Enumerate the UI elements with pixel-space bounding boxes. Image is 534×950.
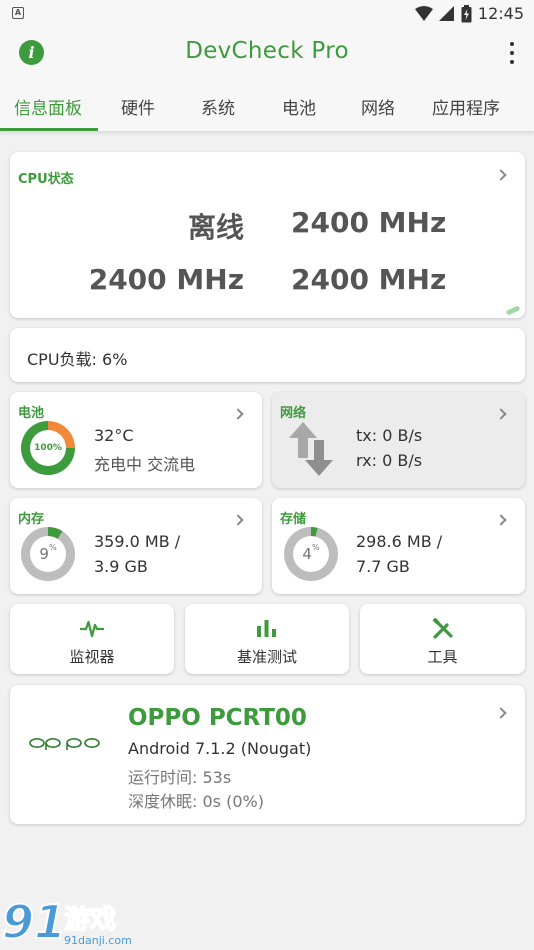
tab-bar: 信息面板 硬件 系统 电池 网络 应用程序 — [0, 78, 534, 132]
more-vert-icon[interactable] — [508, 42, 516, 64]
svg-text:游戏: 游戏 — [64, 905, 116, 935]
device-card[interactable]: OPPO PCRT00 Android 7.1.2 (Nougat) 运行时间:… — [10, 685, 525, 824]
cpu-core-0: 离线 — [187, 211, 244, 244]
cpu-load-card[interactable]: CPU负载: 6% — [10, 328, 525, 382]
battery-label: 电池 — [18, 406, 45, 421]
battery-percent: 100% — [30, 430, 66, 466]
uptime: 运行时间: 53s — [128, 768, 232, 787]
storage-percent: 4% — [293, 536, 329, 572]
bar-chart-icon — [257, 620, 276, 637]
monitor-button[interactable]: 监视器 — [10, 604, 174, 674]
battery-icon — [461, 4, 472, 22]
benchmark-label: 基准测试 — [236, 648, 297, 666]
pulse-icon — [80, 620, 104, 638]
status-bar: A 12:45 — [0, 0, 534, 28]
signal-icon — [438, 5, 454, 21]
tab-system[interactable]: 系统 — [201, 94, 235, 119]
memory-ring: 9% — [21, 527, 75, 581]
benchmark-button[interactable]: 基准测试 — [185, 604, 349, 674]
storage-card[interactable]: 存储 4% 298.6 MB / 7.7 GB — [272, 498, 525, 594]
storage-ring: 4% — [284, 527, 338, 581]
tools-label: 工具 — [427, 648, 458, 666]
tools-icon — [431, 618, 453, 639]
chevron-right-icon — [495, 169, 507, 181]
cpu-status-label: CPU状态 — [18, 172, 74, 187]
memory-label: 内存 — [18, 512, 45, 527]
battery-ring: 100% — [21, 421, 75, 475]
cpu-core-2: 2400 MHz — [88, 263, 244, 296]
battery-status: 充电中 交流电 — [94, 455, 196, 474]
notification-icon: A — [12, 7, 24, 19]
tab-apps[interactable]: 应用程序 — [432, 94, 500, 119]
cpu-load-text: CPU负载: 6% — [27, 350, 128, 369]
transfer-arrows-icon — [289, 422, 333, 476]
tab-dashboard[interactable]: 信息面板 — [14, 94, 82, 119]
memory-percent: 9% — [30, 536, 66, 572]
chevron-right-icon — [232, 514, 244, 526]
battery-temp: 32°C — [94, 426, 134, 445]
oppo-logo — [29, 738, 100, 750]
cpu-status-card[interactable]: CPU状态 离线 2400 MHz 2400 MHz 2400 MHz — [10, 152, 525, 318]
chevron-right-icon — [495, 408, 507, 420]
resize-corner-icon — [505, 305, 521, 316]
tools-button[interactable]: 工具 — [360, 604, 525, 674]
svg-text:91danji.com: 91danji.com — [64, 934, 132, 947]
status-icons: 12:45 — [414, 4, 524, 23]
memory-used: 359.0 MB / — [94, 532, 181, 551]
storage-used: 298.6 MB / — [356, 532, 443, 551]
cpu-core-3: 2400 MHz — [291, 263, 447, 296]
clock: 12:45 — [477, 4, 524, 23]
watermark-logo: 91 游戏 91danji.com — [0, 892, 140, 950]
cpu-core-1: 2400 MHz — [291, 206, 447, 239]
android-version: Android 7.1.2 (Nougat) — [128, 739, 312, 758]
chevron-right-icon — [495, 707, 507, 719]
tab-network[interactable]: 网络 — [361, 94, 395, 119]
svg-text:91: 91 — [2, 895, 66, 948]
monitor-label: 监视器 — [69, 648, 115, 666]
network-tx: tx: 0 B/s — [356, 426, 423, 445]
chevron-right-icon — [232, 408, 244, 420]
battery-card[interactable]: 电池 100% 32°C 充电中 交流电 — [10, 392, 262, 488]
app-bar: i DevCheck Pro — [0, 28, 534, 78]
wifi-icon — [414, 5, 433, 21]
device-title: OPPO PCRT00 — [128, 705, 307, 731]
network-rx: rx: 0 B/s — [356, 451, 423, 470]
app-title: DevCheck Pro — [185, 38, 349, 64]
tab-battery[interactable]: 电池 — [282, 94, 316, 119]
storage-label: 存储 — [280, 512, 307, 527]
active-tab-indicator — [0, 128, 98, 131]
memory-card[interactable]: 内存 9% 359.0 MB / 3.9 GB — [10, 498, 262, 594]
network-card[interactable]: 网络 tx: 0 B/s rx: 0 B/s — [272, 392, 525, 488]
deep-sleep: 深度休眠: 0s (0%) — [128, 792, 264, 811]
storage-total: 7.7 GB — [356, 557, 410, 576]
tab-hardware[interactable]: 硬件 — [121, 94, 155, 119]
chevron-right-icon — [495, 514, 507, 526]
network-label: 网络 — [280, 406, 307, 421]
memory-total: 3.9 GB — [94, 557, 148, 576]
